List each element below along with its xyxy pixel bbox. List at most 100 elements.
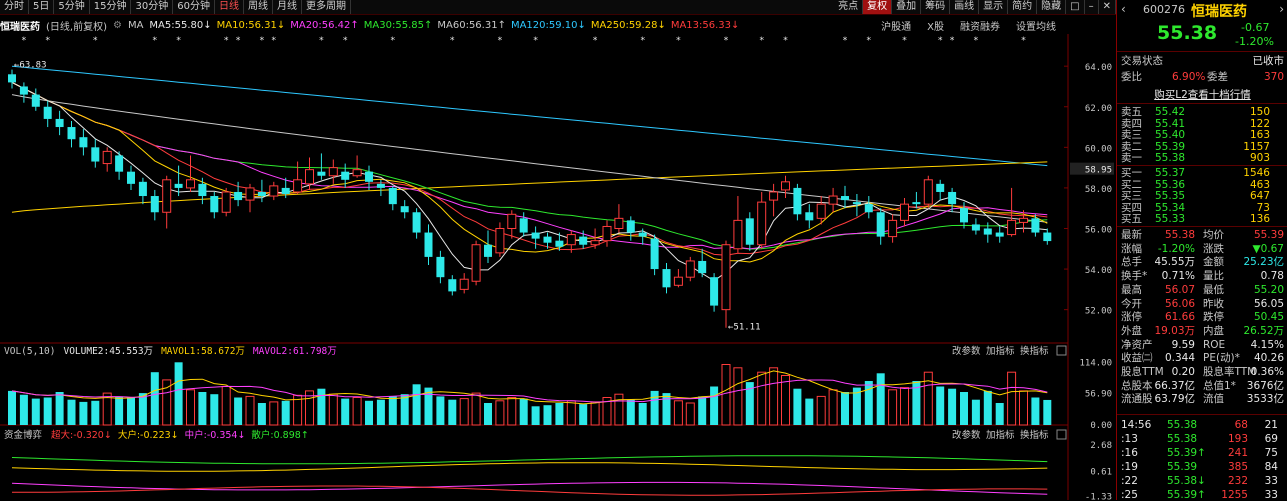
toolbar-button-0[interactable]: 亮点 xyxy=(834,0,864,14)
fund-panel-button-1[interactable]: 加指标 xyxy=(986,429,1015,441)
event-star-icon[interactable]: * xyxy=(783,36,788,46)
high-marker: ←63.83 xyxy=(14,61,47,71)
event-star-icon[interactable]: * xyxy=(450,36,455,46)
event-star-icon[interactable]: * xyxy=(902,36,907,46)
chevron-right-icon[interactable]: › xyxy=(1279,2,1284,16)
fund-panel-button-0[interactable]: 改参数 xyxy=(952,429,981,441)
tick-price: 55.38 xyxy=(1167,419,1198,431)
event-star-icon[interactable]: * xyxy=(260,36,265,46)
window-icon[interactable]: □ xyxy=(1066,0,1085,14)
event-star-icon[interactable]: * xyxy=(236,36,241,46)
stat-label: 股息率TTM xyxy=(1203,366,1257,378)
period-tab-3[interactable]: 15分钟 xyxy=(90,0,132,14)
tick-row: :13 55.38 193 69 xyxy=(1117,433,1287,445)
volume-bar-down xyxy=(638,403,647,425)
settings-icon[interactable]: ⚙ xyxy=(113,20,122,31)
period-tab-7[interactable]: 周线 xyxy=(244,0,273,14)
minus-icon[interactable]: – xyxy=(1085,0,1099,14)
volume-bar-up xyxy=(566,400,576,426)
toolbar-button-3[interactable]: 筹码 xyxy=(921,0,951,14)
fund-close-icon[interactable] xyxy=(1056,429,1067,440)
candle-body-down xyxy=(31,94,40,107)
volume-bar-down xyxy=(1043,399,1052,425)
stock-code: 600276 xyxy=(1143,3,1185,16)
period-tab-8[interactable]: 月线 xyxy=(273,0,302,14)
toolbar-button-5[interactable]: 显示 xyxy=(979,0,1009,14)
ask-row: 卖二 55.39 1157 xyxy=(1117,141,1287,153)
event-star-icon[interactable]: * xyxy=(867,36,872,46)
info-link-3[interactable]: 设置均线 xyxy=(1016,18,1056,33)
tick-price: 55.38↓ xyxy=(1167,475,1206,487)
info-link-2[interactable]: 融资融券 xyxy=(960,18,1000,33)
event-star-icon[interactable]: * xyxy=(153,36,158,46)
volume-bar-up xyxy=(757,371,767,426)
info-link-1[interactable]: X股 xyxy=(927,18,944,33)
toolbar-button-2[interactable]: 叠加 xyxy=(892,0,922,14)
bid-row: 买一 55.37 1546 xyxy=(1117,167,1287,179)
period-tab-6[interactable]: 日线 xyxy=(215,0,244,14)
toolbar-button-4[interactable]: 画线 xyxy=(950,0,980,14)
event-star-icon[interactable]: * xyxy=(498,36,503,46)
event-star-icon[interactable]: * xyxy=(272,36,277,46)
volume-bar-down xyxy=(876,373,885,425)
bid-row: 买三 55.35 647 xyxy=(1117,190,1287,202)
event-star-icon[interactable]: * xyxy=(93,36,98,46)
event-star-icon[interactable]: * xyxy=(843,36,848,46)
vol-panel-button-2[interactable]: 换指标 xyxy=(1020,345,1049,357)
period-tab-4[interactable]: 30分钟 xyxy=(131,0,174,14)
volume-bar-down xyxy=(579,404,588,425)
event-star-icon[interactable]: * xyxy=(319,36,324,46)
period-tab-9[interactable]: 更多周期 xyxy=(302,0,351,14)
close-icon[interactable]: ✕ xyxy=(1099,0,1116,14)
tick-volume: 68 xyxy=(1234,419,1248,431)
period-tab-2[interactable]: 5分钟 xyxy=(54,0,90,14)
event-star-icon[interactable]: * xyxy=(593,36,598,46)
volume-bar-down xyxy=(412,384,421,425)
event-star-icon[interactable]: * xyxy=(343,36,348,46)
volume-bar-up xyxy=(614,393,624,426)
event-star-icon[interactable]: * xyxy=(676,36,681,46)
event-star-icon[interactable]: * xyxy=(938,36,943,46)
tick-price: 55.39 xyxy=(1167,461,1198,473)
tick-row: :22 55.38↓ 232 33 xyxy=(1117,475,1287,487)
weibi-label: 委比 xyxy=(1121,71,1142,83)
period-tab-5[interactable]: 60分钟 xyxy=(173,0,215,14)
kline-chart[interactable]: 64.00 62.00 60.00 58.00 56.00 54.00 52.00 58.95… xyxy=(0,34,1116,500)
info-link-0[interactable]: 沪股通 xyxy=(881,18,911,33)
bid-label: 买一 xyxy=(1121,167,1142,179)
volume-bar-down xyxy=(376,399,385,425)
event-star-icon[interactable]: * xyxy=(759,36,764,46)
candle-body-down xyxy=(55,118,64,128)
event-star-icon[interactable]: * xyxy=(391,36,396,46)
candle-body-down xyxy=(19,86,28,95)
event-star-icon[interactable]: * xyxy=(22,36,27,46)
candle-body-up xyxy=(923,179,933,205)
event-star-icon[interactable]: * xyxy=(176,36,181,46)
event-star-icon[interactable]: * xyxy=(640,36,645,46)
vol-panel-button-0[interactable]: 改参数 xyxy=(952,345,981,357)
period-tab-1[interactable]: 5日 xyxy=(29,0,55,14)
event-star-icon[interactable]: * xyxy=(45,36,50,46)
stat-value: 63.79亿 xyxy=(1154,393,1195,406)
event-star-icon[interactable]: * xyxy=(224,36,229,46)
event-star-icon[interactable]: * xyxy=(1021,36,1026,46)
toolbar-button-1[interactable]: 复权 xyxy=(863,0,893,14)
l2-button[interactable]: 购买L2查看十档行情 xyxy=(1117,87,1287,101)
event-star-icon[interactable]: * xyxy=(533,36,538,46)
stat-value: 0.36% xyxy=(1250,366,1284,378)
candle-body-up xyxy=(221,191,231,213)
toolbar-button-6[interactable]: 简约 xyxy=(1008,0,1038,14)
candle-body-down xyxy=(448,279,457,292)
stat-value: 45.55万 xyxy=(1154,256,1195,269)
period-tab-0[interactable]: 分时 xyxy=(0,0,29,14)
vol-close-icon[interactable] xyxy=(1056,345,1067,356)
fund-panel-button-2[interactable]: 换指标 xyxy=(1020,429,1049,441)
event-star-icon[interactable]: * xyxy=(724,36,729,46)
chevron-left-icon[interactable]: ‹ xyxy=(1121,2,1126,16)
tick-count: 75 xyxy=(1264,447,1278,459)
toolbar-button-7[interactable]: 隐藏 xyxy=(1037,0,1067,14)
vol-panel-button-1[interactable]: 加指标 xyxy=(986,345,1015,357)
event-star-icon[interactable]: * xyxy=(950,36,955,46)
candle-body-up xyxy=(816,203,826,219)
event-star-icon[interactable]: * xyxy=(974,36,979,46)
